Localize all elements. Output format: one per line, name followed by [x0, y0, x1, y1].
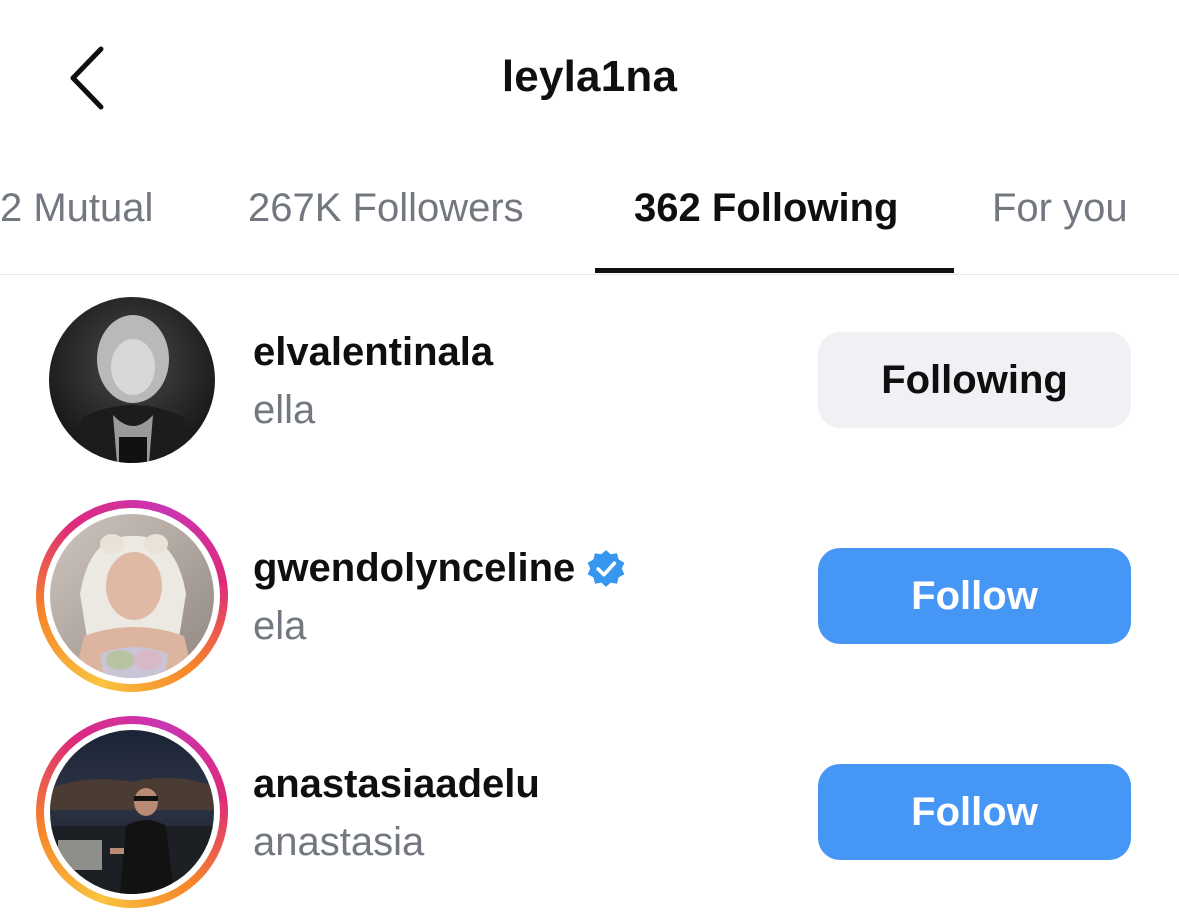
- verified-badge-icon: [587, 549, 625, 587]
- list-item[interactable]: elvalentinala ella Following: [0, 284, 1179, 484]
- header: leyla1na: [0, 0, 1179, 160]
- username[interactable]: gwendolynceline: [253, 546, 627, 591]
- story-ring[interactable]: [36, 716, 228, 908]
- follow-button[interactable]: Follow: [818, 764, 1131, 860]
- full-name: ella: [253, 388, 316, 432]
- username[interactable]: elvalentinala: [253, 330, 493, 375]
- follow-button[interactable]: Follow: [818, 548, 1131, 644]
- tab-bar: 2 Mutual 267K Followers 362 Following Fo…: [0, 160, 1179, 275]
- avatar[interactable]: [49, 297, 215, 463]
- tab-mutual[interactable]: 2 Mutual: [0, 186, 153, 231]
- following-list-screen: leyla1na 2 Mutual 267K Followers 362 Fol…: [0, 0, 1179, 920]
- tab-for-you[interactable]: For you: [992, 186, 1128, 231]
- full-name: ela: [253, 604, 307, 648]
- list-item[interactable]: gwendolynceline ela Follow: [0, 500, 1179, 700]
- avatar[interactable]: [50, 514, 214, 678]
- avatar[interactable]: [50, 730, 214, 894]
- story-ring[interactable]: [36, 500, 228, 692]
- active-tab-indicator: [595, 268, 954, 273]
- username[interactable]: anastasiaadelu: [253, 762, 540, 807]
- tab-followers[interactable]: 267K Followers: [248, 186, 524, 231]
- following-button[interactable]: Following: [818, 332, 1131, 428]
- page-title: leyla1na: [501, 52, 678, 101]
- list-item[interactable]: anastasiaadelu anastasia Follow: [0, 716, 1179, 916]
- full-name: anastasia: [253, 820, 425, 864]
- tab-following[interactable]: 362 Following: [634, 186, 898, 231]
